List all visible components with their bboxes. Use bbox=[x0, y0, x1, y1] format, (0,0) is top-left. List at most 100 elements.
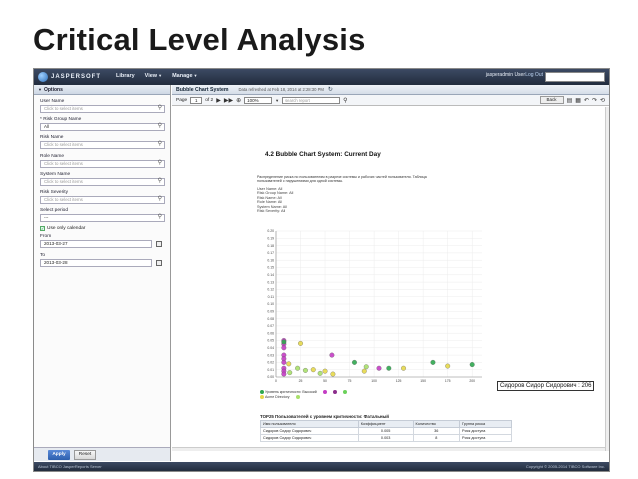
bubble-point[interactable] bbox=[287, 370, 293, 376]
copyright-text: Copyright © 2005-2014 TIBCO Software Inc… bbox=[525, 464, 605, 469]
field-label: To bbox=[40, 252, 46, 258]
system-name-input[interactable]: Click to select items ⚲ bbox=[40, 177, 165, 186]
y-tick-label: 0.03 bbox=[267, 353, 274, 357]
bubble-point[interactable] bbox=[302, 367, 308, 373]
options-panel-header[interactable]: ▼ Options bbox=[34, 85, 170, 95]
table-cell: Сидоров Сидор Сидорович bbox=[260, 427, 359, 435]
calendar-icon[interactable] bbox=[156, 241, 162, 248]
table-row: Сидоров Сидор Сидорович 0.005 36 Риск до… bbox=[260, 427, 512, 435]
bubble-point[interactable] bbox=[281, 359, 287, 365]
bubble-point[interactable] bbox=[445, 363, 451, 369]
filter-period: Select period --- ⚲ bbox=[40, 208, 165, 223]
y-tick-label: 0.02 bbox=[267, 361, 274, 365]
logout-link[interactable]: Log Out bbox=[525, 72, 543, 78]
calendar-icon[interactable] bbox=[156, 259, 162, 266]
table-header[interactable]: Группа риска bbox=[459, 420, 512, 428]
x-tick-label: 50 bbox=[323, 379, 327, 383]
report-search-input[interactable]: search report bbox=[282, 96, 341, 104]
bubble-point[interactable] bbox=[330, 371, 336, 377]
param-line: Risk Severity: All bbox=[257, 209, 286, 214]
bubble-chart[interactable]: 0.00 0.01 0.02 0.03 0.04 0.05 0.06 0.07 0.08 0.09… bbox=[260, 227, 490, 387]
table-icon[interactable]: ▦ bbox=[575, 97, 581, 104]
zoom-select[interactable]: 100% bbox=[244, 96, 273, 104]
bubble-point[interactable] bbox=[281, 345, 287, 351]
menu-library[interactable]: Library bbox=[116, 73, 135, 79]
period-input[interactable]: --- ⚲ bbox=[40, 214, 165, 223]
bubble-point[interactable] bbox=[310, 367, 316, 373]
table-cell: 8 bbox=[412, 434, 461, 442]
chevron-down-icon[interactable]: ▼ bbox=[275, 98, 279, 103]
search-icon[interactable]: ⚲ bbox=[343, 97, 347, 104]
page-number-input[interactable]: 1 bbox=[190, 96, 203, 104]
to-date-input[interactable]: 2013-03-28 bbox=[40, 258, 152, 267]
table-header[interactable]: Коэффициент bbox=[357, 420, 414, 428]
bubble-point[interactable] bbox=[352, 359, 357, 365]
filter-role-name: Role Name Click to select items ⚲ bbox=[40, 154, 165, 168]
current-user[interactable]: jasperadmin User bbox=[486, 72, 525, 78]
search-icon[interactable]: ⚲ bbox=[158, 214, 162, 220]
options-footer: Apply Reset bbox=[34, 447, 170, 461]
bubble-point[interactable] bbox=[317, 370, 323, 376]
next-page-icon[interactable]: ▶ bbox=[216, 97, 221, 104]
menu-manage[interactable]: Manage▼ bbox=[172, 73, 197, 79]
refresh-icon[interactable]: ↻ bbox=[328, 86, 333, 93]
bubble-point[interactable] bbox=[322, 368, 328, 374]
search-icon[interactable]: ⚲ bbox=[158, 105, 162, 111]
undo-all-icon[interactable]: ⟲ bbox=[600, 97, 605, 104]
bubble-point[interactable] bbox=[430, 359, 436, 365]
risk-severity-input[interactable]: Click to select items ⚲ bbox=[40, 195, 165, 204]
legend-item[interactable] bbox=[342, 390, 347, 394]
use-calendar-checkbox[interactable]: ✓ bbox=[40, 226, 45, 232]
filter-risk-severity: Risk Severity Click to select items ⚲ bbox=[40, 190, 165, 204]
use-calendar-row[interactable]: ✓ Use only calendar bbox=[40, 226, 164, 232]
y-tick-label: 0.07 bbox=[267, 324, 274, 328]
legend-item[interactable]: Acme Directory bbox=[260, 395, 290, 399]
legend-item[interactable] bbox=[322, 390, 327, 394]
horizontal-scrollbar[interactable] bbox=[172, 447, 605, 451]
risk-name-input[interactable]: Click to select items ⚲ bbox=[40, 141, 165, 150]
redo-icon[interactable]: ↷ bbox=[592, 97, 597, 104]
bubble-point[interactable] bbox=[363, 364, 369, 370]
legend-item[interactable]: Уровень критичности: Высокий bbox=[260, 390, 317, 394]
bubble-point[interactable] bbox=[281, 339, 287, 345]
legend-item[interactable] bbox=[332, 390, 337, 394]
apply-button[interactable]: Apply bbox=[48, 449, 70, 460]
bubble-point[interactable] bbox=[361, 368, 367, 374]
search-icon[interactable]: ⚲ bbox=[158, 141, 162, 147]
zoom-icon[interactable]: ⊕ bbox=[236, 97, 241, 104]
back-button[interactable]: Back bbox=[539, 96, 564, 104]
menu-view[interactable]: View▼ bbox=[145, 73, 162, 79]
legend-item[interactable] bbox=[295, 395, 300, 399]
bubble-point[interactable] bbox=[469, 362, 475, 368]
y-tick-label: 0.20 bbox=[267, 229, 274, 233]
search-icon[interactable]: ⚲ bbox=[158, 160, 162, 166]
logo-icon bbox=[38, 72, 48, 82]
undo-icon[interactable]: ↶ bbox=[584, 97, 589, 104]
global-search-input[interactable] bbox=[545, 72, 605, 82]
risk-group-input[interactable]: All ⚲ bbox=[40, 123, 165, 132]
search-icon[interactable]: ⚲ bbox=[158, 196, 162, 202]
collapse-icon[interactable]: ▼ bbox=[38, 87, 42, 92]
search-icon[interactable]: ⚲ bbox=[158, 178, 162, 184]
bubble-point[interactable] bbox=[401, 365, 406, 371]
reset-button[interactable]: Reset bbox=[74, 449, 96, 460]
last-page-icon[interactable]: ▶▶ bbox=[224, 97, 233, 104]
table-header[interactable]: Количество bbox=[412, 420, 461, 428]
role-name-input[interactable]: Click to select items ⚲ bbox=[40, 159, 165, 168]
user-name-input[interactable]: Click to select items ⚲ bbox=[40, 105, 165, 113]
bubble-point[interactable] bbox=[386, 365, 392, 371]
bubble-point[interactable] bbox=[329, 352, 335, 358]
bubble-point[interactable] bbox=[281, 371, 287, 377]
table-header[interactable]: Имя пользователя bbox=[260, 420, 359, 428]
search-icon[interactable]: ⚲ bbox=[158, 123, 162, 129]
field-label: * Risk Group Name bbox=[40, 117, 82, 123]
chevron-down-icon: ▼ bbox=[193, 73, 198, 78]
bubble-point[interactable] bbox=[286, 361, 292, 367]
export-icon[interactable]: ▤ bbox=[567, 97, 573, 104]
bubble-point[interactable] bbox=[295, 365, 301, 371]
vertical-scrollbar[interactable] bbox=[605, 107, 609, 451]
from-date-input[interactable]: 2013-03-27 bbox=[40, 240, 152, 249]
about-link[interactable]: About TIBCO JasperReports Server bbox=[38, 464, 102, 469]
bubble-point[interactable] bbox=[298, 340, 303, 346]
bubble-point[interactable] bbox=[376, 365, 382, 371]
